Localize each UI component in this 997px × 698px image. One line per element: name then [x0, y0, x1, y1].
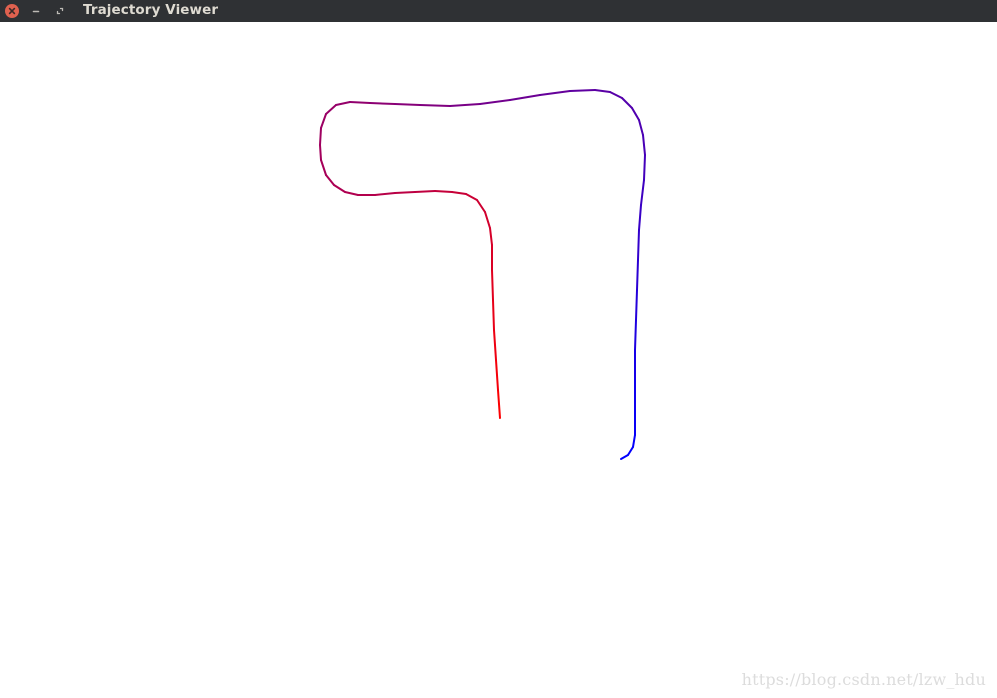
trajectory-segment	[497, 389, 501, 419]
trajectory-segment	[325, 104, 337, 115]
trajectory-segment	[325, 174, 335, 186]
trajectory-segment	[627, 446, 634, 456]
trajectory-segment	[419, 104, 451, 107]
trajectory-segment	[344, 191, 359, 196]
trajectory-segment	[349, 101, 371, 104]
trajectory-segment	[333, 184, 346, 193]
trajectory-segment	[465, 193, 478, 201]
trajectory-segment	[476, 199, 486, 213]
drawing-canvas[interactable]: https://blog.csdn.net/lzw_hdu	[0, 22, 997, 698]
trajectory-segment	[636, 259, 639, 291]
trajectory-plot	[319, 89, 646, 460]
close-icon	[5, 4, 19, 18]
app-window: Trajectory Viewer https://blog.csdn.net/…	[0, 0, 997, 698]
maximize-button[interactable]	[53, 4, 67, 18]
trajectory-segment	[620, 454, 629, 460]
trajectory-segment	[451, 191, 467, 195]
close-button[interactable]	[5, 4, 19, 18]
minimize-button[interactable]	[29, 4, 43, 18]
trajectory-segment	[640, 179, 645, 206]
trajectory-segment	[369, 102, 396, 105]
minimize-icon	[32, 10, 40, 13]
trajectory-segment	[495, 359, 499, 391]
trajectory-segment	[638, 204, 642, 231]
trajectory-segment	[484, 211, 491, 229]
trajectory-segment	[449, 103, 481, 107]
trajectory-segment	[509, 94, 541, 101]
trajectory-segment	[621, 97, 633, 109]
trajectory-segment	[492, 299, 495, 331]
trajectory-segment	[394, 191, 416, 194]
window-title: Trajectory Viewer	[83, 2, 219, 18]
trajectory-path	[319, 89, 646, 460]
trajectory-segment	[414, 190, 436, 193]
trajectory-segment	[594, 89, 611, 93]
title-bar[interactable]: Trajectory Viewer	[0, 0, 997, 22]
trajectory-segment	[489, 227, 493, 246]
trajectory-segment	[320, 113, 327, 129]
watermark-text: https://blog.csdn.net/lzw_hdu	[741, 670, 986, 689]
trajectory-segment	[634, 319, 637, 351]
trajectory-segment	[638, 119, 644, 136]
trajectory-segment	[319, 127, 322, 146]
trajectory-segment	[569, 89, 596, 92]
trajectory-segment	[335, 101, 351, 106]
trajectory-segment	[643, 154, 646, 181]
trajectory-segment	[637, 229, 640, 261]
trajectory-segment	[539, 90, 571, 96]
trajectory-segment	[632, 434, 636, 448]
trajectory-segment	[491, 269, 494, 301]
trajectory-segment	[374, 192, 396, 196]
trajectory-segment	[642, 134, 646, 156]
trajectory-segment	[609, 91, 623, 99]
trajectory-segment	[394, 103, 421, 106]
trajectory-segment	[320, 159, 327, 176]
trajectory-segment	[631, 107, 640, 121]
trajectory-segment	[493, 329, 497, 361]
trajectory-segment	[635, 289, 638, 321]
trajectory-segment	[319, 144, 322, 161]
maximize-icon	[56, 7, 64, 15]
trajectory-segment	[479, 99, 511, 105]
trajectory-segment	[434, 190, 453, 193]
